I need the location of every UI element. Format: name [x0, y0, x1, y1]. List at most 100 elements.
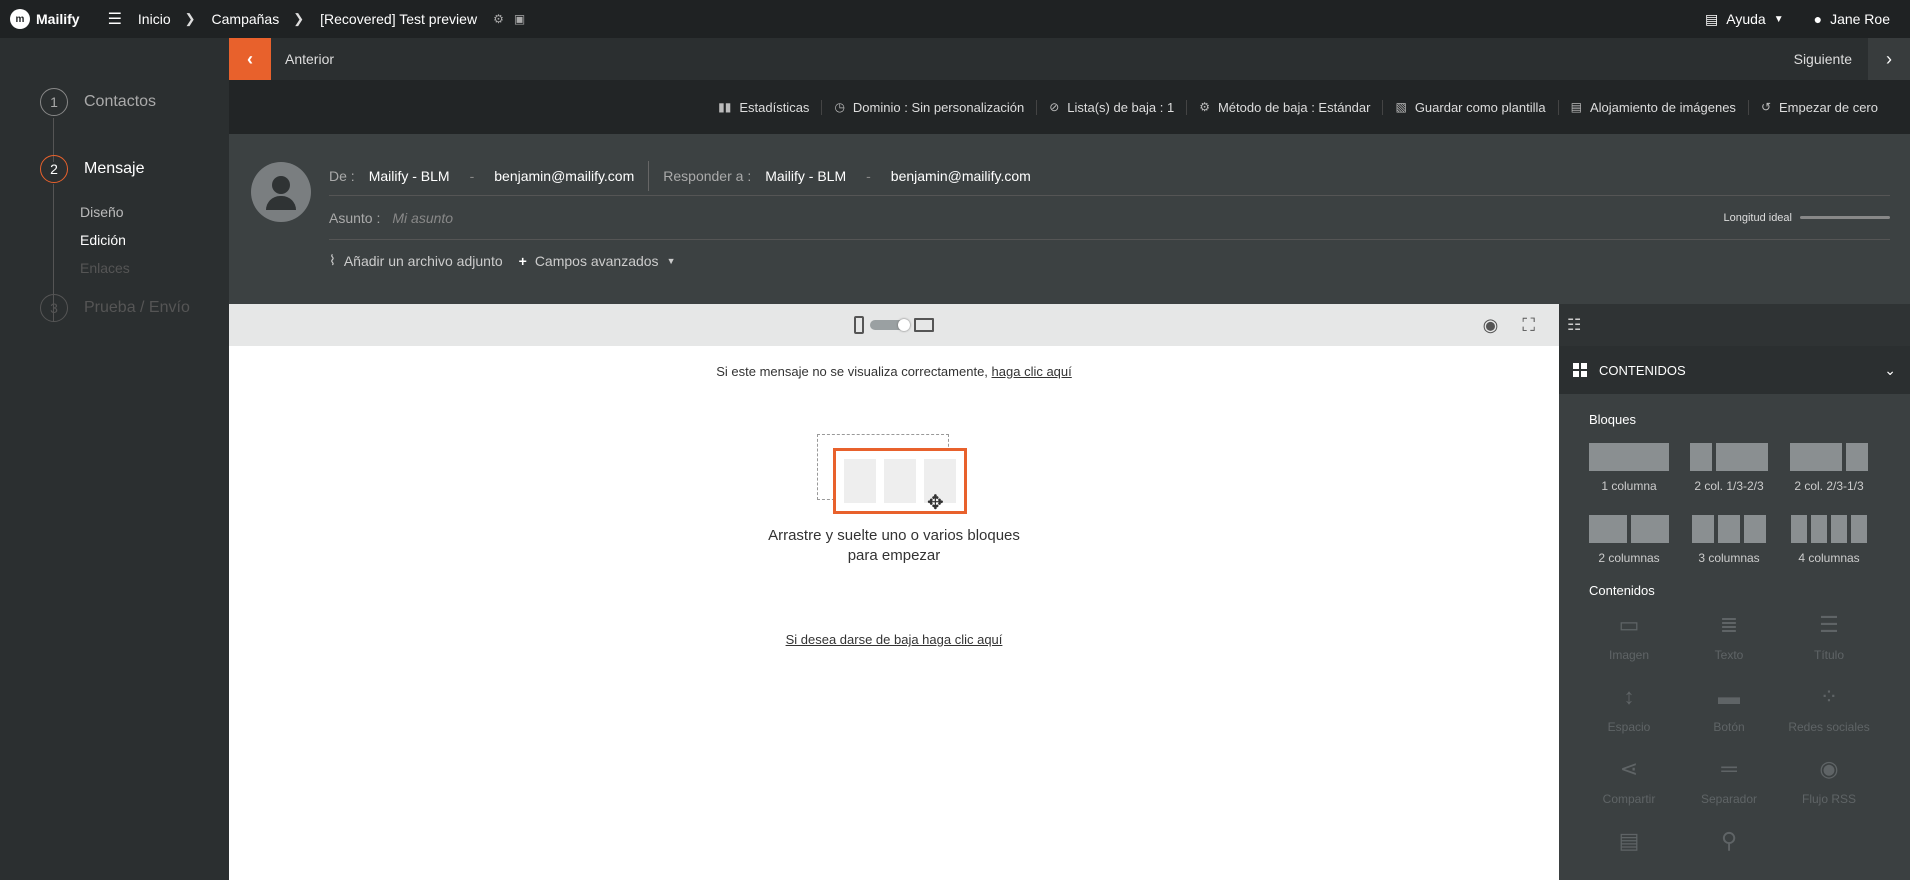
reply-to-email[interactable]: benjamin@mailify.com	[891, 168, 1031, 184]
substep-edit[interactable]: Edición	[80, 232, 126, 248]
tool-label: Guardar como plantilla	[1414, 99, 1546, 115]
tool-label: Empezar de cero	[1779, 99, 1878, 115]
step-contacts[interactable]: 1 Contactos	[40, 88, 156, 116]
mobile-icon[interactable]	[854, 316, 864, 334]
content-rss[interactable]: ◉ Flujo RSS	[1779, 756, 1879, 806]
panel-toggle-icon[interactable]: ☷	[1567, 315, 1581, 335]
content-social[interactable]: ⁘ Redes sociales	[1779, 684, 1879, 734]
advanced-label: Campos avanzados	[534, 252, 659, 269]
tool-save-template[interactable]: ▧ Guardar como plantilla	[1383, 99, 1559, 115]
next-button[interactable]: ›	[1868, 38, 1910, 80]
contents-header[interactable]: CONTENIDOS ⌄	[1559, 346, 1910, 394]
chevron-right-icon: ❯	[293, 11, 305, 26]
tool-label: Alojamiento de imágenes	[1589, 99, 1736, 115]
from-label: De :	[329, 167, 355, 184]
separator-icon: ═	[1721, 756, 1737, 781]
paperclip-icon: ⌇	[329, 252, 336, 268]
blocks-grid: 1 columna 2 col. 1/3-2/3 2 col. 2/3-1/3 …	[1579, 443, 1910, 565]
advanced-fields-button[interactable]: + Campos avanzados ▼	[519, 253, 676, 269]
block-label: 2 columnas	[1598, 551, 1660, 565]
chat-icon: ▤	[1705, 10, 1719, 27]
block-2-col-2-3[interactable]: 2 col. 2/3-1/3	[1779, 443, 1879, 493]
device-switch[interactable]	[870, 319, 910, 331]
separator-dash: -	[866, 167, 871, 184]
step-number: 1	[40, 88, 68, 116]
fullscreen-icon[interactable]: ⛶	[1522, 315, 1535, 336]
contents-subtitle: Contenidos	[1589, 583, 1655, 598]
breadcrumb-home[interactable]: Inicio	[138, 11, 171, 27]
substep-design[interactable]: Diseño	[80, 204, 124, 220]
chevron-down-icon: ▼	[1773, 13, 1784, 25]
separator-dash: -	[469, 167, 475, 184]
content-space[interactable]: ↕ Espacio	[1579, 684, 1679, 734]
subject-input[interactable]: Mi asunto	[392, 210, 453, 226]
unsubscribe-text: Si desea darse de baja haga clic aquí	[229, 632, 1559, 647]
menu-icon[interactable]: ☰	[108, 9, 122, 29]
help-label: Ayuda	[1726, 11, 1766, 27]
view-online-link[interactable]: haga clic aquí	[992, 364, 1072, 379]
tool-unsub-method[interactable]: ⚙ Método de baja : Estándar	[1187, 99, 1384, 115]
brand-logo[interactable]: m Mailify	[10, 9, 80, 29]
share-icon: ⋖	[1619, 756, 1639, 781]
toolbar: ▮▮ Estadísticas ◷ Dominio : Sin personal…	[229, 80, 1910, 134]
eye-icon[interactable]: ◉	[1483, 315, 1499, 336]
previous-label[interactable]: Anterior	[285, 51, 334, 67]
block-label: 3 columnas	[1698, 551, 1760, 565]
chevron-right-icon: ❯	[184, 11, 196, 26]
contents-title: CONTENIDOS	[1599, 362, 1686, 378]
subject-row: Asunto : Mi asunto Longitud ideal	[329, 196, 1890, 240]
content-button[interactable]: ▬ Botón	[1679, 684, 1779, 734]
steps-sidebar: 1 Contactos 2 Mensaje Diseño Edición Enl…	[0, 38, 229, 880]
from-name[interactable]: Mailify - BLM	[369, 168, 450, 184]
content-title[interactable]: ☰ Título	[1779, 612, 1879, 662]
block-3-columns[interactable]: 3 columnas	[1679, 515, 1779, 565]
content-separator[interactable]: ═ Separador	[1679, 756, 1779, 806]
block-2-columns[interactable]: 2 columnas	[1579, 515, 1679, 565]
block-2-col-1-3[interactable]: 2 col. 1/3-2/3	[1679, 443, 1779, 493]
block-1-column[interactable]: 1 columna	[1579, 443, 1679, 493]
device-toggle[interactable]	[854, 316, 934, 334]
grid-icon	[1573, 363, 1587, 377]
block-4-columns[interactable]: 4 columnas	[1779, 515, 1879, 565]
from-email[interactable]: benjamin@mailify.com	[494, 168, 634, 184]
tool-statistics[interactable]: ▮▮ Estadísticas	[706, 99, 823, 115]
message-header: De : Mailify - BLM - benjamin@mailify.co…	[229, 134, 1910, 304]
next-label[interactable]: Siguiente	[1794, 51, 1852, 67]
previous-button[interactable]: ‹	[229, 38, 271, 80]
drop-illustration: ✥	[817, 434, 967, 514]
blocks-title: Bloques	[1589, 412, 1636, 427]
desktop-icon[interactable]	[914, 318, 934, 332]
help-menu[interactable]: ▤ Ayuda ▼	[1705, 11, 1784, 28]
content-map[interactable]: ⚲	[1679, 828, 1779, 854]
clock-icon: ◷	[834, 100, 845, 114]
unsubscribe-link[interactable]: Si desea darse de baja haga clic aquí	[786, 632, 1003, 647]
gear-icon[interactable]: ⚙	[493, 12, 504, 26]
step-message[interactable]: 2 Mensaje	[40, 155, 144, 183]
breadcrumb-campaign-name: [Recovered] Test preview	[320, 11, 478, 27]
gear-icon: ⚙	[1199, 100, 1210, 114]
avatar[interactable]	[251, 162, 311, 222]
tool-start-over[interactable]: ↺ Empezar de cero	[1749, 100, 1890, 115]
content-image[interactable]: ▭ Imagen	[1579, 612, 1679, 662]
reply-to-name[interactable]: Mailify - BLM	[765, 168, 846, 184]
chevron-down-icon: ▼	[666, 255, 676, 266]
email-canvas[interactable]: Si este mensaje no se visualiza correcta…	[229, 346, 1559, 880]
save-icon[interactable]: ▣	[514, 12, 525, 26]
title-icon: ☰	[1819, 612, 1839, 637]
tool-domain[interactable]: ◷ Dominio : Sin personalización	[822, 99, 1038, 115]
user-menu[interactable]: ● Jane Roe	[1814, 11, 1890, 27]
block-label: 2 col. 2/3-1/3	[1794, 479, 1864, 493]
attach-label: Añadir un archivo adjunto	[343, 252, 503, 269]
drop-line-1: Arrastre y suelte uno o varios bloques	[768, 527, 1020, 544]
attach-file-button[interactable]: ⌇ Añadir un archivo adjunto	[329, 252, 503, 269]
content-text[interactable]: ≣ Texto	[1679, 612, 1779, 662]
step-number: 3	[40, 294, 68, 322]
tool-label: Lista(s) de baja : 1	[1067, 99, 1175, 115]
user-name: Jane Roe	[1830, 11, 1890, 27]
block-label: 4 columnas	[1798, 551, 1860, 565]
content-card[interactable]: ▤	[1579, 828, 1679, 854]
tool-unsub-lists[interactable]: ⊘ Lista(s) de baja : 1	[1037, 99, 1188, 115]
content-share[interactable]: ⋖ Compartir	[1579, 756, 1679, 806]
breadcrumb-campaigns[interactable]: Campañas	[212, 11, 280, 27]
tool-image-hosting[interactable]: ▤ Alojamiento de imágenes	[1559, 99, 1749, 115]
